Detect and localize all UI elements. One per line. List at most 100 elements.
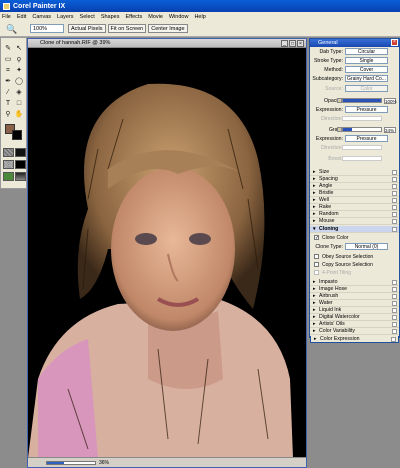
obey-source-label: Obey Source Selection xyxy=(322,254,374,260)
expression2-select[interactable]: Pressure xyxy=(345,135,388,142)
close-icon[interactable]: × xyxy=(391,39,398,46)
fit-on-screen-button[interactable]: Fit on Screen xyxy=(107,24,147,33)
rect-select-icon[interactable]: ▭ xyxy=(3,55,13,64)
grain-slider[interactable] xyxy=(342,127,382,132)
boost-slider[interactable] xyxy=(342,156,382,161)
paper-selector-icon[interactable] xyxy=(3,148,14,157)
category-size[interactable]: ▸ Size xyxy=(310,169,399,176)
dropper-icon[interactable]: ⁄ xyxy=(3,88,13,97)
zoom-slider[interactable] xyxy=(46,460,96,465)
document-window: Clone of hannah.RIF @ 39% _ □ × 36% xyxy=(27,38,307,468)
category-mouse[interactable]: ▸ Mouse xyxy=(310,218,399,225)
magic-wand-icon[interactable]: ✦ xyxy=(14,66,24,75)
dab-type-label: Dab Type: xyxy=(319,49,343,55)
menu-movie[interactable]: Movie xyxy=(148,14,163,20)
hand-icon[interactable]: ✋ xyxy=(14,110,24,119)
category-label: Bristle xyxy=(319,190,334,196)
close-icon[interactable]: × xyxy=(297,40,304,47)
menu-edit[interactable]: Edit xyxy=(17,14,26,20)
zoom-icon[interactable]: 🔍 xyxy=(6,23,18,35)
category-impasto[interactable]: ▸ Impasto xyxy=(310,279,399,286)
category-angle[interactable]: ▸ Angle xyxy=(310,183,399,190)
menu-canvas[interactable]: Canvas xyxy=(32,14,51,20)
category-color-expression[interactable]: ▸ Color Expression xyxy=(310,336,399,343)
brush-controls-panel: General × Dab Type: Circular Stroke Type:… xyxy=(309,38,400,338)
category-label: Well xyxy=(319,197,329,203)
actual-pixels-button[interactable]: Actual Pixels xyxy=(68,24,106,33)
menu-help[interactable]: Help xyxy=(194,14,205,20)
category-artists-oils[interactable]: ▸ Artists' Oils xyxy=(310,321,399,328)
menu-effects[interactable]: Effects xyxy=(125,14,142,20)
menu-window[interactable]: Window xyxy=(169,14,189,20)
cloning-title: Cloning xyxy=(319,226,339,232)
subcategory-select[interactable]: Grainy Hard Co... xyxy=(345,75,388,82)
crop-icon[interactable]: ⌗ xyxy=(3,66,13,75)
source-select[interactable]: Color xyxy=(345,85,388,92)
clone-color-checkbox[interactable]: ✓ xyxy=(314,235,319,241)
stroke-type-select[interactable]: Single xyxy=(345,57,388,64)
rectangle-icon[interactable]: □ xyxy=(14,99,24,108)
paint-bucket-icon[interactable]: ◈ xyxy=(14,88,24,97)
category-water[interactable]: ▸ Water xyxy=(310,300,399,307)
method-label: Method: xyxy=(324,67,343,73)
category-label: Size xyxy=(319,169,330,175)
shape-icon[interactable]: ◯ xyxy=(14,77,24,86)
category-bristle[interactable]: ▸ Bristle xyxy=(310,190,399,197)
dab-type-select[interactable]: Circular xyxy=(345,48,388,55)
menu-select[interactable]: Select xyxy=(80,14,95,20)
clone-type-select[interactable]: Normal (0) xyxy=(345,243,388,250)
menu-layers[interactable]: Layers xyxy=(57,14,74,20)
category-label: Artists' Oils xyxy=(319,321,345,327)
nozzle-selector-icon[interactable] xyxy=(3,172,14,181)
method-select[interactable]: Cover xyxy=(345,66,388,73)
weaving-selector-icon[interactable] xyxy=(15,160,26,169)
center-image-button[interactable]: Center Image xyxy=(148,24,188,33)
general-section-header[interactable]: General × xyxy=(310,39,399,47)
4point-checkbox[interactable] xyxy=(314,270,319,275)
maximize-icon[interactable]: □ xyxy=(289,40,296,47)
magnifier-icon[interactable]: ⚲ xyxy=(3,110,13,119)
zoom-select[interactable]: 100% xyxy=(30,24,64,33)
category-label: Airbrush xyxy=(319,293,339,299)
arrow-icon[interactable]: ↖ xyxy=(14,44,24,53)
category-digital-watercolor[interactable]: ▸ Digital Watercolor xyxy=(310,314,399,321)
category-well[interactable]: ▸ Well xyxy=(310,197,399,204)
direction1-slider[interactable] xyxy=(342,116,382,121)
copy-source-row: Copy Source Selection xyxy=(310,261,399,269)
menu-file[interactable]: File xyxy=(2,14,11,20)
copy-source-checkbox[interactable] xyxy=(314,262,319,267)
category-label: Mouse xyxy=(319,218,335,224)
expression1-select[interactable]: Pressure xyxy=(345,106,388,113)
brush-icon[interactable]: ✎ xyxy=(3,44,13,53)
category-rake[interactable]: ▸ Rake xyxy=(310,204,399,211)
gradient-selector-icon[interactable] xyxy=(15,148,26,157)
minimize-icon[interactable]: _ xyxy=(281,40,288,47)
category-random[interactable]: ▸ Random xyxy=(310,211,399,218)
pattern-selector-icon[interactable] xyxy=(3,160,14,169)
opacity-value[interactable]: 100% xyxy=(384,98,397,104)
clone-type-label: Clone Type: xyxy=(315,244,343,250)
looks-selector-icon[interactable] xyxy=(15,172,26,181)
4point-label: 4-Point Tiling xyxy=(322,270,351,276)
additional-color-swatch[interactable] xyxy=(12,130,22,140)
zoom-readout: 36% xyxy=(99,459,110,466)
category-image-hose[interactable]: ▸ Image Hose xyxy=(310,286,399,293)
direction2-slider[interactable] xyxy=(342,145,382,150)
pen-icon[interactable]: ✒ xyxy=(3,77,13,86)
text-icon[interactable]: T xyxy=(3,99,13,108)
cloning-section-header[interactable]: ▾ Cloning xyxy=(310,226,399,233)
subcategory-row: Subcategory: Grainy Hard Co... xyxy=(310,75,399,83)
source-label: Source: xyxy=(325,86,343,92)
property-bar: 🔍 100% Actual Pixels Fit on Screen Cente… xyxy=(0,21,400,37)
image-canvas[interactable] xyxy=(28,49,306,458)
category-liquid-ink[interactable]: ▸ Liquid Ink xyxy=(310,307,399,314)
category-color-variability[interactable]: ▸ Color Variability xyxy=(310,328,399,335)
category-airbrush[interactable]: ▸ Airbrush xyxy=(310,293,399,300)
opacity-slider[interactable] xyxy=(342,98,382,103)
category-spacing[interactable]: ▸ Spacing xyxy=(310,176,399,183)
lasso-icon[interactable]: ϙ xyxy=(14,55,24,64)
opacity-row: Opacity: 100% xyxy=(310,97,399,105)
grain-value[interactable]: 24% xyxy=(384,127,396,133)
menu-shapes[interactable]: Shapes xyxy=(101,14,120,20)
obey-source-checkbox[interactable] xyxy=(314,254,319,259)
